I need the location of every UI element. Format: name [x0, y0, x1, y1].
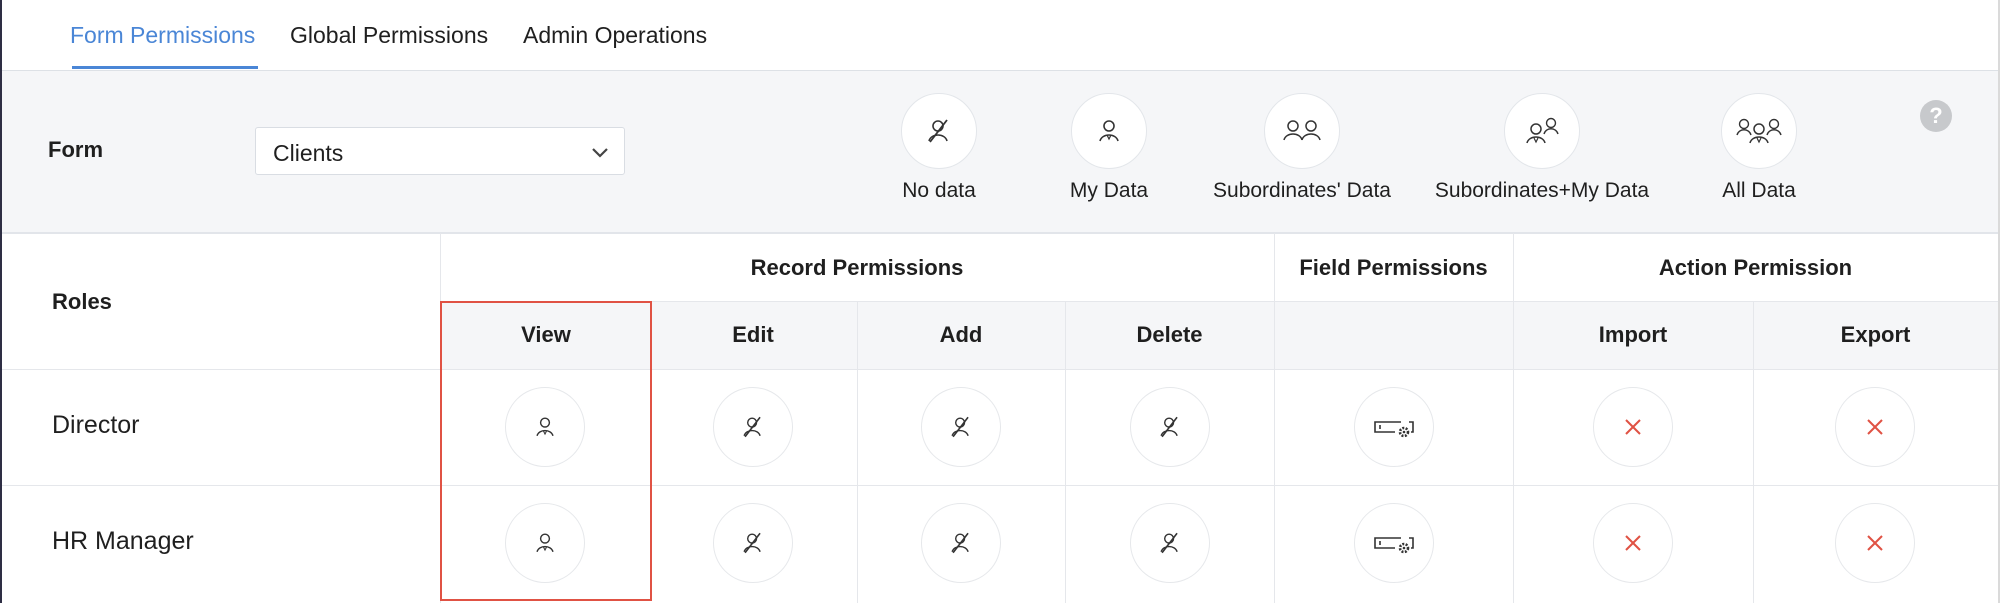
column-delete: Delete — [1136, 322, 1203, 347]
edit-permission-toggle[interactable] — [713, 387, 793, 467]
active-tab-indicator — [72, 66, 258, 69]
help-icon[interactable]: ? — [1920, 100, 1952, 132]
view-permission-toggle[interactable] — [505, 387, 585, 467]
divider — [440, 301, 1998, 302]
view-permission-toggle[interactable] — [505, 503, 585, 583]
no-data-icon — [743, 416, 761, 438]
tab-global-permissions[interactable]: Global Permissions — [290, 22, 488, 49]
my-data-icon — [536, 533, 554, 553]
add-permission-toggle[interactable] — [921, 503, 1001, 583]
legend-label: Subordinates+My Data — [1434, 179, 1650, 202]
delete-permission-toggle[interactable] — [1130, 503, 1210, 583]
cross-icon — [1867, 535, 1883, 551]
field-permissions-header: Field Permissions — [1299, 255, 1488, 280]
all-data-icon — [1721, 93, 1797, 169]
permission-tabs: Form Permissions Global Permissions Admi… — [2, 0, 1998, 71]
divider — [2, 369, 1998, 370]
legend-subordinates-my-data: Subordinates+My Data — [1432, 93, 1652, 203]
role-label: Director — [52, 411, 140, 439]
column-add: Add — [939, 322, 983, 347]
edit-permission-toggle[interactable] — [713, 503, 793, 583]
form-select-value: Clients — [273, 140, 344, 166]
legend-label: Subordinates' Data — [1213, 179, 1391, 202]
no-data-icon — [951, 532, 969, 554]
add-permission-toggle[interactable] — [921, 387, 1001, 467]
my-data-icon — [1071, 93, 1147, 169]
divider — [1274, 233, 1275, 603]
column-edit: Edit — [732, 322, 774, 347]
field-settings-icon — [1374, 421, 1414, 438]
import-permission-toggle[interactable] — [1593, 387, 1673, 467]
role-label: HR Manager — [52, 527, 194, 555]
form-select[interactable]: Clients — [255, 127, 625, 175]
column-export: Export — [1840, 322, 1911, 347]
chevron-down-icon — [592, 148, 608, 158]
legend-my-data: My Data — [999, 93, 1219, 203]
subordinates-data-icon — [1264, 93, 1340, 169]
cross-icon — [1625, 535, 1641, 551]
divider — [2, 485, 1998, 486]
legend-all-data: All Data — [1649, 93, 1869, 203]
no-data-icon — [951, 416, 969, 438]
no-data-icon — [1160, 416, 1178, 438]
form-label: Form — [48, 137, 103, 162]
no-data-icon — [743, 532, 761, 554]
legend-subordinates-data: Subordinates' Data — [1192, 93, 1412, 203]
cross-icon — [1625, 419, 1641, 435]
divider — [1513, 233, 1514, 603]
field-permissions-button[interactable] — [1354, 503, 1434, 583]
tab-form-permissions[interactable]: Form Permissions — [70, 22, 255, 49]
divider — [440, 233, 441, 603]
roles-header: Roles — [52, 289, 112, 314]
field-settings-icon — [1374, 537, 1414, 554]
legend-label: All Data — [1722, 179, 1796, 202]
no-data-icon — [901, 93, 977, 169]
delete-permission-toggle[interactable] — [1130, 387, 1210, 467]
record-permissions-header: Record Permissions — [750, 255, 964, 280]
export-permission-toggle[interactable] — [1835, 387, 1915, 467]
no-data-icon — [1160, 532, 1178, 554]
legend-label: My Data — [1069, 179, 1149, 202]
form-selector-panel: Form Clients No data My Data Subordinate… — [2, 71, 1998, 234]
permissions-table: Roles Record Permissions Field Permissio… — [2, 233, 1998, 603]
export-permission-toggle[interactable] — [1835, 503, 1915, 583]
column-import: Import — [1598, 322, 1668, 347]
subordinates-my-data-icon — [1504, 93, 1580, 169]
column-view: View — [521, 322, 571, 347]
my-data-icon — [536, 417, 554, 437]
tab-admin-operations[interactable]: Admin Operations — [523, 22, 707, 49]
action-permission-header: Action Permission — [1658, 255, 1853, 280]
field-permissions-button[interactable] — [1354, 387, 1434, 467]
cross-icon — [1867, 419, 1883, 435]
import-permission-toggle[interactable] — [1593, 503, 1673, 583]
